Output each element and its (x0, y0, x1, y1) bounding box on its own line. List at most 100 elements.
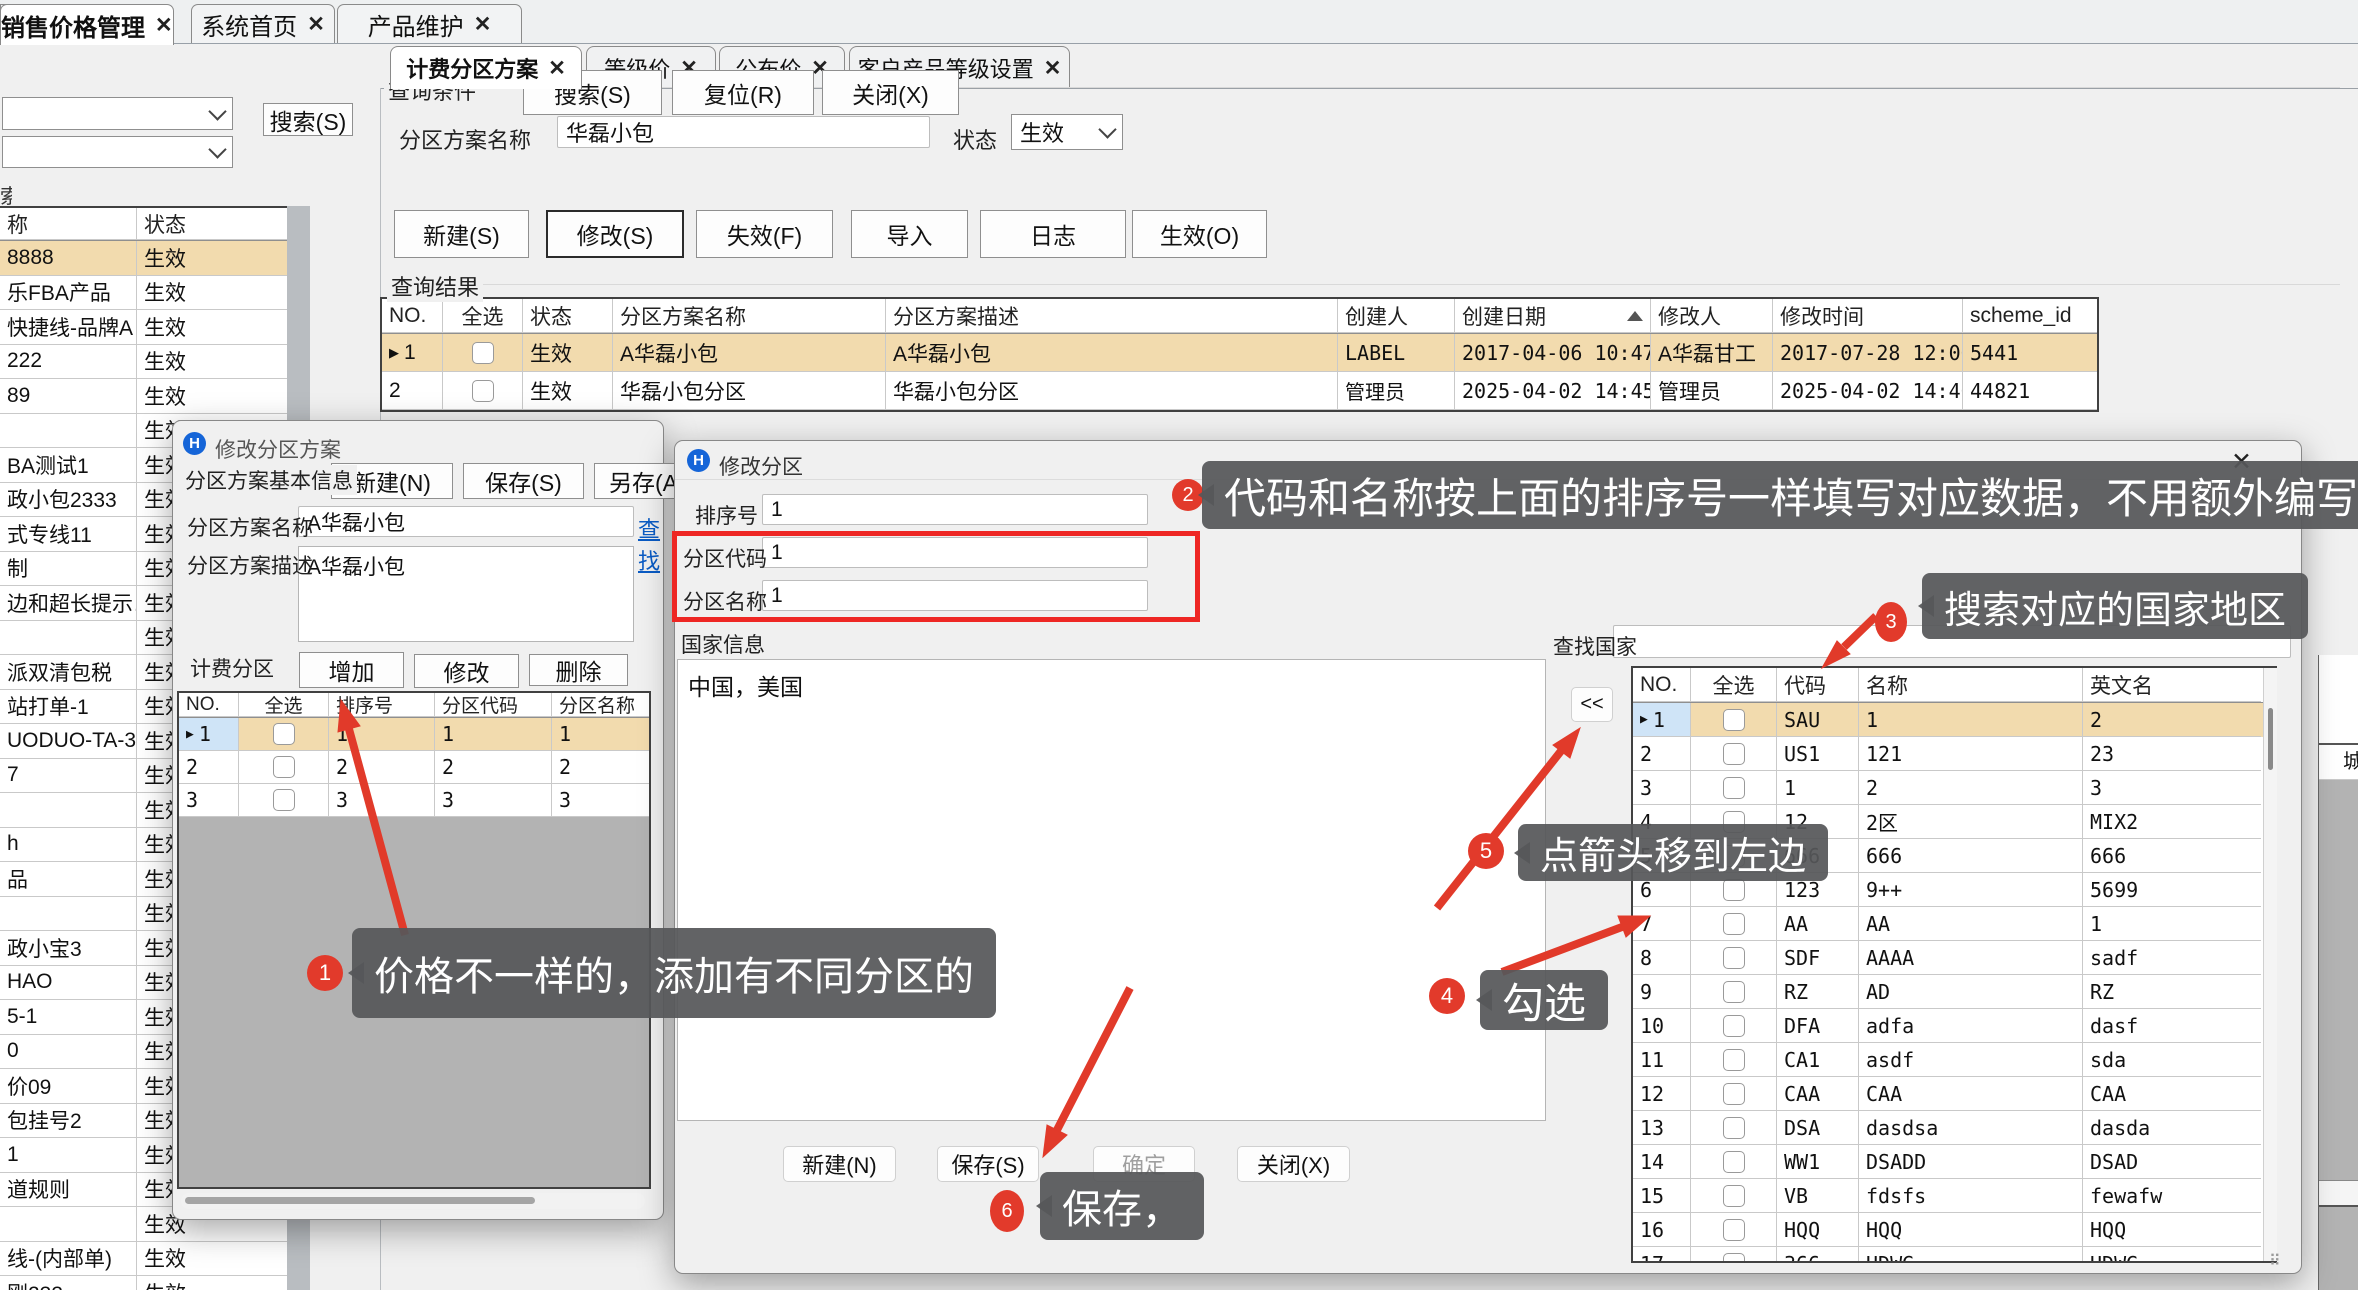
action-button-日志[interactable]: 日志 (980, 210, 1126, 258)
col-scheme-id[interactable]: scheme_id (1963, 299, 2097, 333)
action-button-修改(S)[interactable]: 修改(S) (546, 210, 684, 258)
close-icon[interactable]: ✕ (1044, 56, 1062, 81)
table-row[interactable]: 10 DFA adfa dasf (1633, 1009, 2275, 1043)
table-row[interactable]: 2 2 2 2 (179, 751, 649, 784)
col-zone-name[interactable]: 分区名称 (552, 693, 649, 717)
table-row[interactable]: 16 HQQ HQQ HQQ (1633, 1213, 2275, 1247)
col-select-all[interactable]: 全选 (1691, 668, 1777, 702)
table-row[interactable]: 13 DSA dasdsa dasda (1633, 1111, 2275, 1145)
table-row[interactable]: 9 RZ AD RZ (1633, 975, 2275, 1009)
close-icon[interactable]: ✕ (155, 13, 173, 38)
col-select-all[interactable]: 全选 (443, 299, 523, 333)
col-sort[interactable]: 排序号 (329, 693, 435, 717)
close-icon[interactable]: ✕ (548, 56, 566, 81)
sidebar-search-button[interactable]: 搜索(S) (263, 103, 353, 136)
dialog1-desc-textarea[interactable]: A华磊小包 (298, 546, 634, 642)
table-row[interactable]: 1 SAU 1 2 (1633, 703, 2275, 737)
dialog1-save-button[interactable]: 保存(S) (463, 463, 584, 499)
add-zone-button[interactable]: 增加 (299, 652, 404, 688)
row-checkbox[interactable] (273, 723, 295, 745)
row-checkbox[interactable] (1723, 1015, 1745, 1037)
tab-系统首页[interactable]: 系统首页✕ (191, 4, 335, 43)
table-row[interactable]: 2 US1 121 23 (1633, 737, 2275, 771)
row-checkbox[interactable] (1723, 1151, 1745, 1173)
close-icon[interactable]: ✕ (307, 12, 325, 37)
table-row[interactable]: 15 VB fdsfs fewafw (1633, 1179, 2275, 1213)
scrollbar-thumb[interactable] (185, 1197, 535, 1204)
modify-zone-button[interactable]: 修改 (414, 654, 519, 688)
table-row[interactable]: 3 1 2 3 (1633, 771, 2275, 805)
table-row[interactable]: 2 生效 华磊小包分区 华磊小包分区 管理员 2025-04-02 14:45:… (382, 372, 2097, 410)
dialog1-name-input[interactable]: A华磊小包 (298, 506, 634, 537)
country-table-scrollbar[interactable] (2263, 668, 2277, 1261)
table-row[interactable]: 1 1 1 1 (179, 718, 649, 751)
table-row[interactable]: 17 366 HDWG HDWG (1633, 1247, 2275, 1263)
row-checkbox[interactable] (1723, 981, 1745, 1003)
row-checkbox[interactable] (1723, 1117, 1745, 1139)
col-no[interactable]: NO. (382, 299, 443, 333)
row-checkbox[interactable] (1723, 1049, 1745, 1071)
col-no[interactable]: NO. (179, 693, 239, 717)
scheme-name-input[interactable]: 华磊小包 (557, 116, 930, 148)
close-query-button[interactable]: 关闭(X) (822, 70, 959, 115)
dialog2-save-button[interactable]: 保存(S) (937, 1146, 1039, 1182)
find-link[interactable]: 查找 (638, 512, 663, 576)
col-modified[interactable]: 修改时间 (1773, 299, 1963, 333)
dialog2-close-button[interactable]: 关闭(X) (1237, 1146, 1350, 1182)
tab-产品维护[interactable]: 产品维护✕ (337, 4, 522, 43)
row-checkbox[interactable] (472, 380, 494, 402)
col-scheme-name[interactable]: 分区方案名称 (613, 299, 886, 333)
table-row[interactable]: 14 WW1 DSADD DSAD (1633, 1145, 2275, 1179)
col-name[interactable]: 名称 (1859, 668, 2083, 702)
table-row[interactable]: 8 SDF AAAA sadf (1633, 941, 2275, 975)
table-row[interactable]: 1 生效 A华磊小包 A华磊小包 LABEL 2017-04-06 10:47:… (382, 334, 2097, 372)
table-row[interactable]: 7 AA AA 1 (1633, 907, 2275, 941)
list-item[interactable]: 8888 生效 (0, 241, 287, 276)
horizontal-scrollbar[interactable] (181, 1193, 645, 1209)
move-left-button[interactable]: << (1571, 687, 1613, 722)
row-checkbox[interactable] (1723, 709, 1745, 731)
table-row[interactable]: 12 CAA CAA CAA (1633, 1077, 2275, 1111)
col-code[interactable]: 代码 (1777, 668, 1859, 702)
sort-input[interactable]: 1 (762, 494, 1148, 525)
action-button-新建(S)[interactable]: 新建(S) (394, 210, 529, 258)
scrollbar-thumb[interactable] (2268, 708, 2273, 770)
col-scheme-desc[interactable]: 分区方案描述 (886, 299, 1338, 333)
list-item[interactable]: 89 生效 (0, 379, 287, 414)
dialog2-new-button[interactable]: 新建(N) (783, 1146, 896, 1182)
resize-grip-icon[interactable]: ⠿ (2269, 1251, 2283, 1271)
list-item[interactable]: 222 生效 (0, 345, 287, 380)
row-checkbox[interactable] (273, 789, 295, 811)
col-status[interactable]: 状态 (523, 299, 613, 333)
col-creator[interactable]: 创建人 (1338, 299, 1455, 333)
list-item[interactable]: 快捷线-品牌A 生效 (0, 310, 287, 345)
table-row[interactable]: 11 CA1 asdf sda (1633, 1043, 2275, 1077)
row-checkbox[interactable] (1723, 879, 1745, 901)
col-en-name[interactable]: 英文名 (2083, 668, 2261, 702)
row-checkbox[interactable] (1723, 777, 1745, 799)
col-no[interactable]: NO. (1633, 668, 1691, 702)
action-button-生效(O)[interactable]: 生效(O) (1132, 210, 1267, 258)
sidebar-filter-combo-1[interactable] (2, 97, 233, 130)
action-button-失效(F)[interactable]: 失效(F) (696, 210, 833, 258)
row-checkbox[interactable] (273, 756, 295, 778)
col-status[interactable]: 状态 (137, 208, 287, 240)
table-row[interactable]: 3 3 3 3 (179, 784, 649, 817)
status-select[interactable]: 生效 (1011, 114, 1123, 150)
sidebar-filter-combo-2[interactable] (2, 136, 233, 168)
tab-销售价格管理[interactable]: 销售价格管理✕ (0, 4, 174, 45)
col-created[interactable]: 创建日期 (1455, 299, 1651, 333)
list-item[interactable]: 刚233 生效 (0, 1276, 287, 1290)
col-zone-code[interactable]: 分区代码 (435, 693, 552, 717)
tab-计费分区方案[interactable]: 计费分区方案✕ (390, 46, 582, 89)
row-checkbox[interactable] (1723, 1083, 1745, 1105)
close-icon[interactable]: ✕ (474, 12, 492, 37)
list-item[interactable]: 乐FBA产品 生效 (0, 276, 287, 311)
row-checkbox[interactable] (1723, 913, 1745, 935)
row-checkbox[interactable] (1723, 1219, 1745, 1241)
row-checkbox[interactable] (1723, 1253, 1745, 1264)
col-name[interactable]: 称 (0, 208, 137, 240)
col-modifier[interactable]: 修改人 (1651, 299, 1773, 333)
row-checkbox[interactable] (1723, 743, 1745, 765)
row-checkbox[interactable] (472, 342, 494, 364)
